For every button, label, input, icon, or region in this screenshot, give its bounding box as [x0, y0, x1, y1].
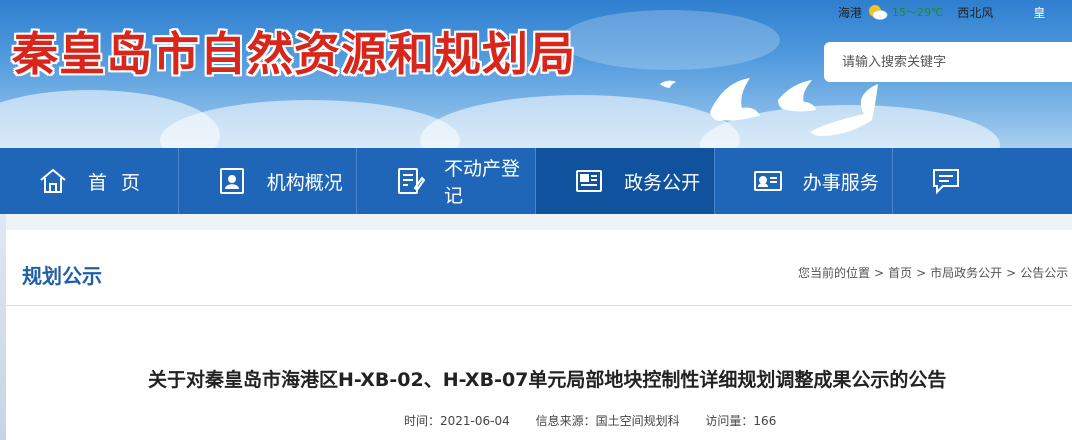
weather-temperature: 15～29℃ — [892, 6, 944, 19]
article-meta: 时间：2021-06-04 信息来源：国土空间规划科 访问量：166 — [404, 412, 798, 429]
breadcrumb: 您当前的位置 > 首页 > 市局政务公开 > 公告公示 — [798, 266, 1069, 280]
nav-item-home[interactable]: 首页 — [0, 148, 179, 214]
id-card-icon — [751, 164, 785, 198]
sunny-icon — [866, 3, 888, 21]
breadcrumb-announcements[interactable]: 公告公示 — [1020, 266, 1068, 280]
breadcrumb-prefix: 您当前的位置 — [798, 266, 871, 280]
nav-label: 首页 — [88, 171, 155, 194]
info-source: 信息来源：国土空间规划科 — [535, 414, 680, 428]
breadcrumb-government-affairs[interactable]: 市局政务公开 — [930, 266, 1002, 280]
nav-label: 不动产登记 — [443, 158, 520, 207]
org-profile-icon — [215, 164, 249, 198]
nav-item-government-affairs[interactable]: 政务公开 — [536, 148, 715, 214]
article-title: 关于对秦皇岛市海港区H-XB-02、H-XB-07单元局部地块控制性详细规划调整… — [148, 369, 947, 391]
nav-item-org-profile[interactable]: 机构概况 — [179, 148, 358, 214]
dove-illustration — [660, 78, 878, 136]
content-panel: 规划公示 您当前的位置 > 首页 > 市局政务公开 > 公告公示 关于对秦皇岛市海港区H-X… — [6, 230, 1072, 440]
document-edit-icon — [393, 164, 426, 198]
nav-label: 政务公开 — [624, 171, 701, 194]
breadcrumb-home[interactable]: 首页 — [888, 266, 912, 280]
cloud-decoration — [160, 100, 460, 148]
nav-shadow-strip — [0, 214, 1072, 230]
site-title: 秦皇岛市自然资源和规划局 — [12, 27, 576, 81]
main-nav: 首页 机构概况 不动产登记 政务公开 办事服务 — [0, 148, 1072, 214]
weather-widget: 海港 15～29℃ 西北风 皇 — [838, 2, 1045, 22]
view-count: 访问量：166 — [705, 414, 777, 428]
weather-extra: 皇 — [1033, 5, 1046, 20]
search-input[interactable] — [842, 54, 1062, 70]
header-banner: 秦皇岛市自然资源和规划局 海港 15～29℃ 西北风 皇 — [0, 0, 1072, 148]
news-list-icon — [572, 164, 606, 198]
nav-item-interaction[interactable] — [893, 148, 1072, 214]
nav-item-real-estate[interactable]: 不动产登记 — [357, 148, 537, 214]
section-title: 规划公示 — [22, 264, 102, 288]
home-icon — [36, 164, 70, 198]
nav-item-services[interactable]: 办事服务 — [715, 148, 894, 214]
cloud-decoration — [560, 10, 780, 70]
nav-label: 机构概况 — [266, 171, 343, 194]
weather-city: 海港 — [838, 5, 863, 20]
publish-time: 时间：2021-06-04 — [404, 414, 510, 428]
nav-label: 办事服务 — [802, 171, 879, 194]
chat-icon — [929, 164, 963, 198]
section-header: 规划公示 您当前的位置 > 首页 > 市局政务公开 > 公告公示 — [6, 230, 1072, 306]
weather-wind: 西北风 — [957, 5, 994, 20]
